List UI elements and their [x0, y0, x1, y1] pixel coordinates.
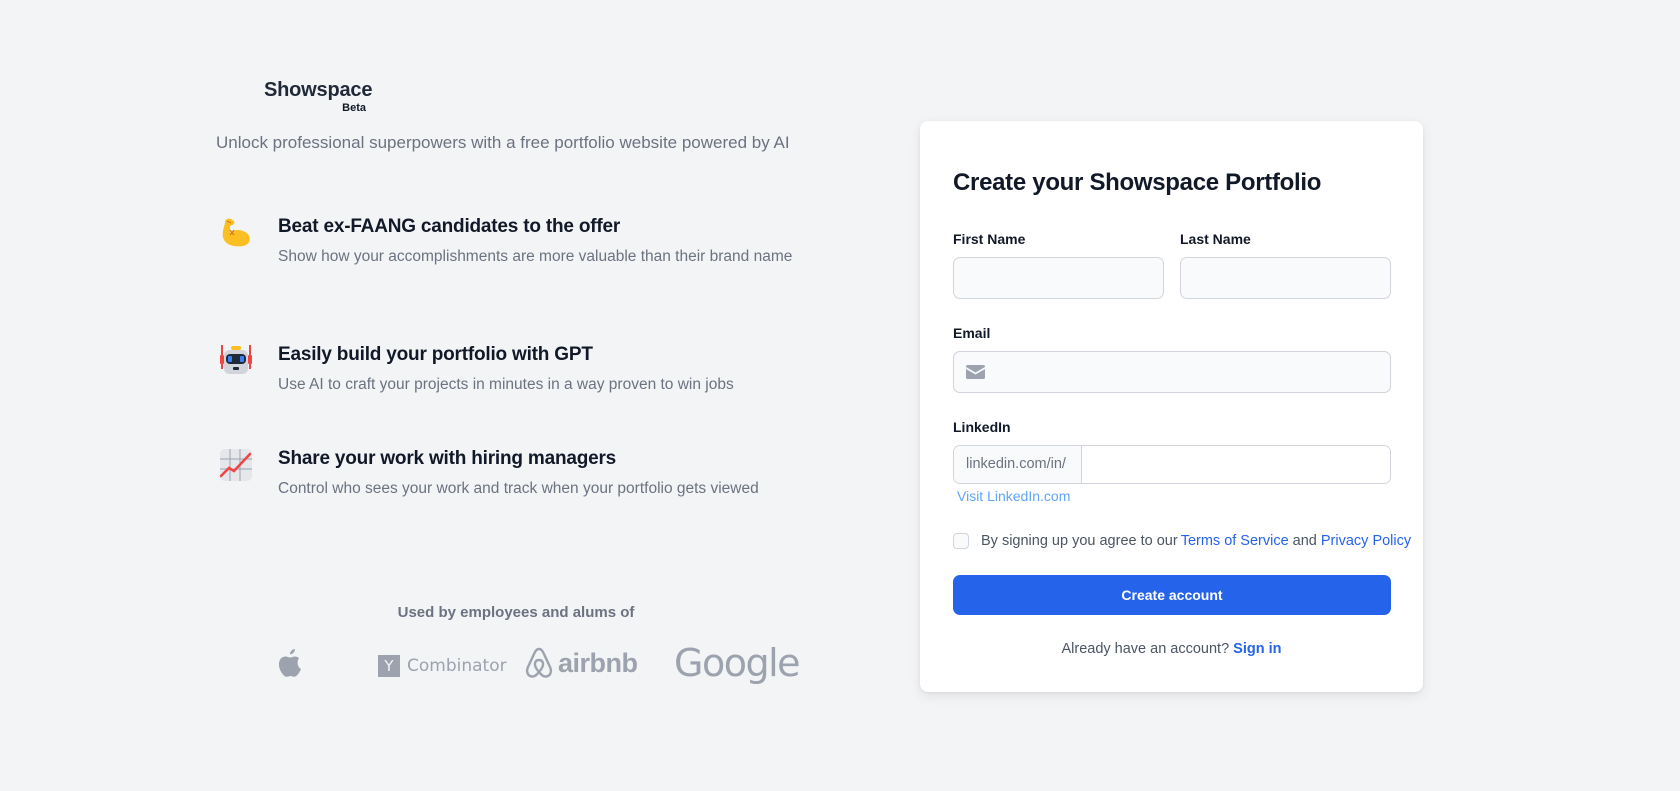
linkedin-input[interactable]: [1082, 446, 1390, 483]
form-title: Create your Showspace Portfolio: [953, 169, 1322, 196]
airbnb-text: airbnb: [558, 647, 638, 678]
sign-in-link[interactable]: Sign in: [1233, 641, 1281, 657]
robot-icon: [220, 345, 252, 374]
yc-letter: Y: [378, 655, 400, 677]
first-name-input[interactable]: [953, 257, 1164, 299]
terms-checkbox[interactable]: [953, 533, 969, 549]
envelope-icon: [966, 365, 985, 379]
feature-title: Easily build your portfolio with GPT: [278, 344, 593, 365]
feature-item: Beat ex-FAANG candidates to the offer Sh…: [216, 215, 806, 269]
chart-increasing-icon: [219, 449, 252, 481]
visit-linkedin-link[interactable]: Visit LinkedIn.com: [957, 488, 1070, 504]
feature-item: Easily build your portfolio with GPT Use…: [216, 343, 806, 397]
apple-logo-icon: [278, 649, 301, 677]
signin-prompt: Already have an account?: [1061, 641, 1234, 657]
airbnb-logo: airbnb: [524, 647, 638, 679]
feature-description: Control who sees your work and track whe…: [278, 480, 759, 497]
brand-name: Showspace: [264, 79, 373, 101]
flexed-biceps-icon: [222, 218, 250, 247]
linkedin-prefix: linkedin.com/in/: [954, 446, 1082, 483]
email-label: Email: [953, 325, 991, 341]
terms-text: By signing up you agree to our: [981, 533, 1178, 549]
email-field: [953, 351, 1391, 393]
privacy-policy-link[interactable]: Privacy Policy: [1321, 533, 1411, 549]
feature-description: Show how your accomplishments are more v…: [278, 248, 793, 265]
signin-row: Already have an account? Sign in: [920, 641, 1423, 657]
first-name-label: First Name: [953, 231, 1026, 247]
google-logo: Google: [674, 641, 801, 685]
social-proof-heading: Used by employees and alums of: [397, 604, 635, 621]
ycombinator-logo: Y Combinator: [378, 655, 507, 677]
feature-item: Share your work with hiring managers Con…: [216, 447, 806, 501]
terms-of-service-link[interactable]: Terms of Service: [1181, 533, 1289, 549]
beta-badge: Beta: [342, 102, 366, 114]
feature-title: Beat ex-FAANG candidates to the offer: [278, 216, 621, 237]
feature-title: Share your work with hiring managers: [278, 448, 617, 469]
linkedin-field: linkedin.com/in/: [953, 445, 1391, 484]
tagline: Unlock professional superpowers with a f…: [216, 133, 790, 152]
last-name-input[interactable]: [1180, 257, 1391, 299]
yc-text: Combinator: [407, 656, 507, 676]
create-account-button[interactable]: Create account: [953, 575, 1391, 615]
feature-description: Use AI to craft your projects in minutes…: [278, 376, 734, 393]
linkedin-label: LinkedIn: [953, 419, 1011, 435]
last-name-label: Last Name: [1180, 231, 1251, 247]
company-logos: Y Combinator airbnb Google: [276, 641, 806, 685]
airbnb-belo-icon: [525, 647, 553, 678]
terms-and-text: and: [1292, 533, 1317, 549]
email-input[interactable]: [953, 351, 1391, 393]
terms-row: By signing up you agree to our Terms of …: [953, 533, 1411, 549]
brand-logo[interactable]: Showspace Beta: [264, 79, 373, 115]
signup-card: Create your Showspace Portfolio First Na…: [920, 121, 1423, 692]
